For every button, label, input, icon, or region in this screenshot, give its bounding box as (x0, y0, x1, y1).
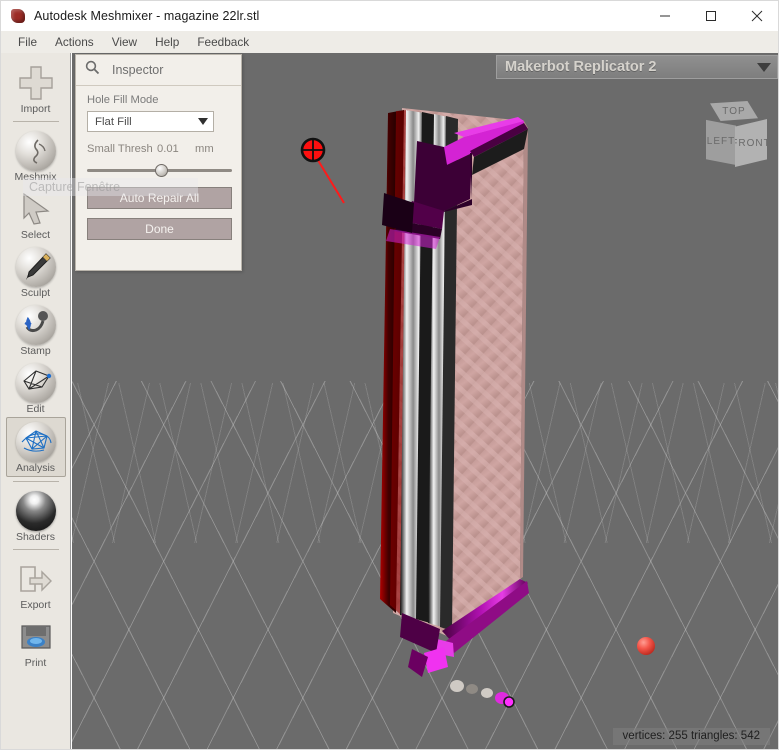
done-button[interactable]: Done (87, 218, 232, 240)
hole-fill-mode-label: Hole Fill Mode (87, 94, 159, 106)
auto-repair-all-button[interactable]: Auto Repair All (87, 187, 232, 209)
toolbar-item-label: Meshmix (14, 171, 57, 183)
toolbar-item-label: Import (20, 103, 51, 115)
toolbar-divider (12, 481, 59, 482)
toolbar-item-label: Export (20, 599, 51, 611)
toolbar-divider (12, 549, 59, 550)
inspector-panel: Inspector Hole Fill Mode Flat Fill Small… (75, 54, 242, 271)
toolbar-item-print[interactable]: Print (3, 613, 69, 671)
meshmixer-cube-logo-icon (10, 8, 26, 24)
menu-bar: File Actions View Help Feedback (1, 31, 778, 53)
menu-item-actions[interactable]: Actions (46, 33, 103, 52)
toolbar-item-label: Select (20, 229, 51, 241)
stamp-icon (15, 304, 57, 346)
title-bar: Autodesk Meshmixer - magazine 22lr.stl (1, 1, 778, 31)
toolbar-item-edit[interactable]: Edit (3, 359, 69, 417)
minimize-icon[interactable] (642, 1, 688, 31)
toolbar-item-label: Stamp (20, 345, 51, 357)
toolbar-item-sculpt[interactable]: Sculpt (3, 243, 69, 301)
menu-item-feedback[interactable]: Feedback (188, 33, 258, 52)
menu-item-help[interactable]: Help (146, 33, 188, 52)
magnifier-icon (85, 60, 100, 80)
toolbar-item-stamp[interactable]: Stamp (3, 301, 69, 359)
close-icon[interactable] (734, 1, 778, 31)
arrow-cursor-icon (15, 188, 57, 230)
wireframe-mesh-icon (15, 362, 57, 404)
small-thresh-row: Small Thresh 0.01 mm (87, 143, 230, 155)
menu-item-file[interactable]: File (9, 33, 46, 52)
hole-fill-mode-select[interactable]: Flat Fill (87, 111, 214, 132)
export-arrow-icon (15, 558, 57, 600)
left-toolbar: Import Meshmix Select Sculpt Stamp Edit … (1, 53, 71, 749)
window-title: Autodesk Meshmixer - magazine 22lr.stl (34, 9, 260, 23)
toolbar-item-label: Shaders (15, 531, 56, 543)
toolbar-item-analysis[interactable]: Analysis (5, 417, 66, 477)
toolbar-item-label: Print (24, 657, 47, 669)
status-readout: vertices: 255 triangles: 542 (612, 728, 770, 745)
face-sphere-icon (15, 130, 57, 172)
inspector-body: Hole Fill Mode Flat Fill Small Thresh 0.… (76, 86, 241, 240)
toolbar-item-select[interactable]: Select (3, 185, 69, 243)
toolbar-item-meshmix[interactable]: Meshmix (3, 127, 69, 185)
small-thresh-value[interactable]: 0.01 (157, 143, 195, 155)
inspector-header: Inspector (76, 55, 241, 86)
toolbar-item-shaders[interactable]: Shaders (3, 487, 69, 545)
small-thresh-unit: mm (195, 143, 214, 155)
toolbar-item-label: Analysis (15, 462, 56, 474)
printer-icon (15, 616, 57, 658)
toolbar-item-label: Sculpt (20, 287, 51, 299)
inspector-title: Inspector (112, 63, 164, 77)
slider-handle[interactable] (155, 164, 168, 177)
toolbar-item-export[interactable]: Export (3, 555, 69, 613)
hole-fill-mode-value: Flat Fill (95, 115, 132, 128)
meshmixer-window: Autodesk Meshmixer - magazine 22lr.stl F… (0, 0, 779, 750)
shiny-sphere-icon (15, 490, 57, 532)
plus-icon (15, 62, 57, 104)
toolbar-item-import[interactable]: Import (3, 59, 69, 117)
analysis-sphere-icon (15, 421, 57, 463)
chevron-down-icon (198, 118, 208, 125)
toolbar-divider (12, 121, 59, 122)
menu-item-view[interactable]: View (103, 33, 146, 52)
small-thresh-label: Small Thresh (87, 143, 153, 155)
window-controls (642, 1, 778, 31)
paintbrush-icon (15, 246, 57, 288)
maximize-icon[interactable] (688, 1, 734, 31)
toolbar-item-label: Edit (26, 403, 45, 415)
small-thresh-slider[interactable] (87, 163, 232, 177)
